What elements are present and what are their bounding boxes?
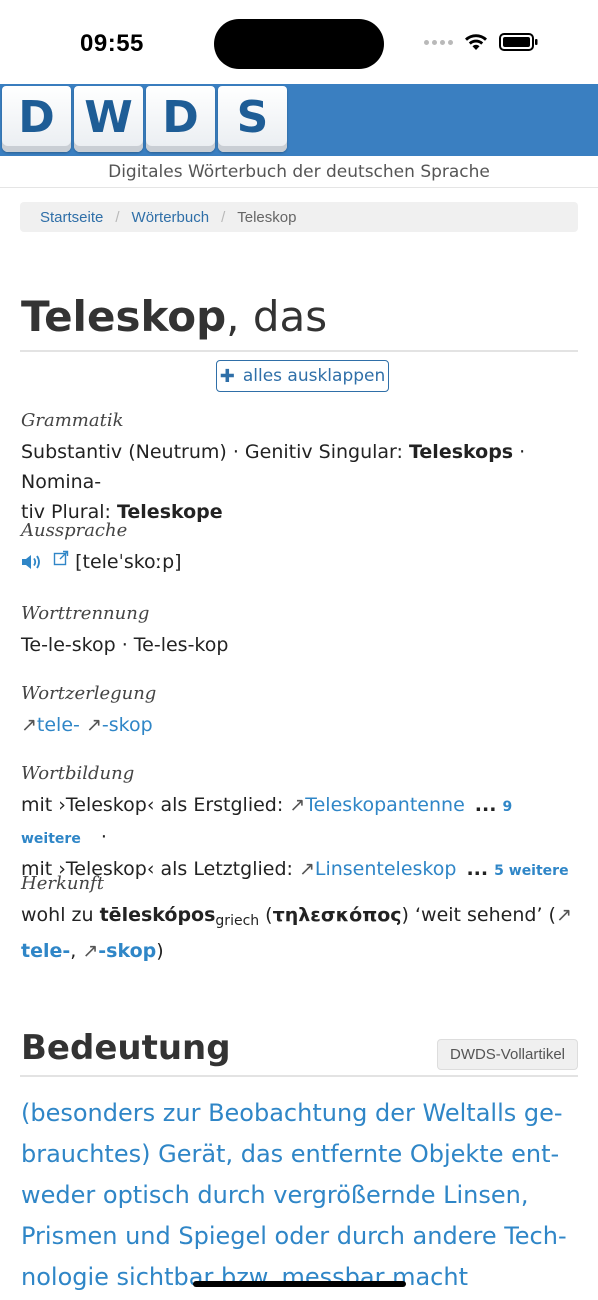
bedeutung-definition[interactable]: (besonders zur Beobachtung der Weltalls …	[21, 1093, 581, 1298]
herkunft-text: ) ‘weit sehend’ (	[401, 904, 556, 926]
herkunft-text: (	[259, 904, 273, 926]
vollartikel-badge: DWDS-Vollartikel	[437, 1039, 578, 1070]
herkunft-text: wohl zu	[21, 904, 100, 926]
wortzerlegung-label: Wortzerlegung	[21, 683, 157, 704]
breadcrumb: Startseite / Wörterbuch / Teleskop	[20, 202, 578, 232]
signal-icon	[424, 39, 453, 45]
herkunft-text: )	[156, 940, 164, 962]
status-bar: 09:55	[0, 0, 598, 84]
home-indicator[interactable]	[193, 1281, 406, 1287]
logo-tile-d1: D	[2, 86, 71, 152]
wifi-icon	[465, 34, 487, 50]
aussprache-body: [teleˈskoːp]	[21, 547, 581, 577]
ellipsis: ...	[474, 794, 497, 816]
expand-all-label: alles ausklappen	[242, 366, 386, 386]
logo-tile-s: S	[218, 86, 287, 152]
genitiv-form: Teleskops	[408, 441, 514, 463]
wortbildung-text: mit ›Teleskop‹ als Erstglied:	[21, 794, 290, 816]
grammatik-section: Grammatik Substantiv (Neutrum) · Genitiv…	[21, 410, 581, 527]
plus-icon: ✚	[219, 365, 235, 387]
dynamic-island	[214, 19, 384, 69]
herkunft-label: Herkunft	[21, 873, 104, 894]
page-title: Teleskop, das	[21, 292, 327, 341]
breadcrumb-woerterbuch[interactable]: Wörterbuch	[132, 209, 210, 226]
grammatik-label: Grammatik	[21, 410, 124, 431]
site-header: D W D S	[0, 84, 598, 156]
arrow-icon: ↗	[85, 714, 102, 736]
definition-line: (besonders zur Beobachtung der Weltalls …	[21, 1099, 563, 1127]
expand-all-button[interactable]: ✚ alles ausklappen	[216, 360, 389, 392]
worttrennung-label: Worttrennung	[21, 603, 150, 624]
divider	[20, 350, 578, 352]
breadcrumb-current: Teleskop	[237, 208, 297, 226]
worttrennung-section: Worttrennung Te-le-skop · Te-les-kop	[21, 603, 581, 660]
divider	[20, 1075, 578, 1077]
arrow-icon: ↗	[289, 794, 306, 816]
aussprache-label: Aussprache	[21, 520, 128, 541]
grammatik-text: Substantiv (Neutrum) · Genitiv Singular:…	[21, 437, 581, 527]
greek-word: τηλεσκόπος	[272, 904, 402, 926]
logo-tile-w: W	[74, 86, 143, 152]
separator-dot: ·	[100, 826, 107, 848]
status-time: 09:55	[80, 30, 144, 57]
external-link-icon[interactable]	[53, 550, 69, 566]
herkunft-text: ,	[70, 940, 83, 962]
wortzerlegung-section: Wortzerlegung ↗tele- ↗-skop	[21, 683, 581, 740]
breadcrumb-startseite[interactable]: Startseite	[40, 209, 103, 226]
logo-tile-d2: D	[146, 86, 215, 152]
battery-icon	[499, 33, 538, 51]
definition-line: nologie sichtbar bzw. messbar macht	[21, 1263, 468, 1291]
herkunft-section: Herkunft wohl zu tēleskóposgriech (τηλεσ…	[21, 873, 581, 966]
arrow-icon: ↗	[555, 904, 572, 926]
definition-line: brauchtes) Gerät, das entfernte Objekte …	[21, 1140, 560, 1168]
arrow-icon: ↗	[82, 940, 99, 962]
wortbildung-row: mit ›Teleskop‹ als Erstglied: ↗Teleskopa…	[21, 790, 581, 854]
link-skop[interactable]: -skop	[102, 714, 153, 736]
dwds-logo[interactable]: D W D S	[2, 86, 287, 152]
link-teleskopantenne[interactable]: Teleskopantenne	[305, 794, 465, 816]
link-tele-herkunft[interactable]: tele-	[21, 940, 70, 962]
lemma-article: , das	[226, 292, 328, 341]
wortzerlegung-body: ↗tele- ↗-skop	[21, 710, 581, 740]
aussprache-section: Aussprache [teleˈskoːp]	[21, 520, 581, 577]
bedeutung-heading: Bedeutung	[21, 1028, 231, 1068]
herkunft-body: wohl zu tēleskóposgriech (τηλεσκόπος) ‘w…	[21, 900, 581, 966]
greek-transliteration: tēleskópos	[99, 904, 216, 926]
breadcrumb-separator: /	[221, 208, 226, 226]
link-skop-herkunft[interactable]: -skop	[98, 940, 156, 962]
divider	[0, 187, 598, 188]
worttrennung-value: Te-le-skop · Te-les-kop	[21, 634, 229, 656]
wortbildung-section: Wortbildung mit ›Teleskop‹ als Erstglied…	[21, 763, 581, 886]
wortbildung-label: Wortbildung	[21, 763, 135, 784]
arrow-icon: ↗	[21, 714, 37, 736]
lemma-word: Teleskop	[21, 292, 227, 341]
ipa-transcription: [teleˈskoːp]	[75, 551, 182, 573]
definition-line: Prismen und Spiegel oder durch andere Te…	[21, 1222, 567, 1250]
grammatik-text-part: Substantiv (Neutrum) · Genitiv Singular:	[21, 441, 409, 463]
link-tele[interactable]: tele-	[37, 714, 80, 736]
wortbildung-body: mit ›Teleskop‹ als Erstglied: ↗Teleskopa…	[21, 790, 581, 886]
site-subtitle: Digitales Wörterbuch der deutschen Sprac…	[108, 162, 490, 182]
speaker-icon[interactable]	[21, 553, 43, 571]
breadcrumb-separator: /	[115, 208, 120, 226]
language-tag: griech	[215, 913, 260, 929]
status-icons	[424, 32, 539, 52]
definition-line: weder optisch durch vergrößernde Linsen,	[21, 1181, 529, 1209]
